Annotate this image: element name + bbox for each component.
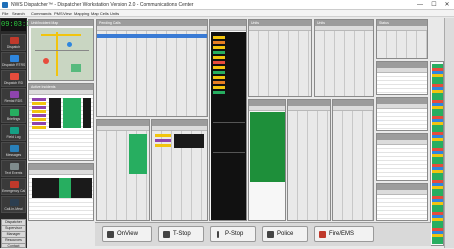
fire-ems-button[interactable]: Fire/EMS	[314, 226, 374, 242]
selected-row[interactable]	[97, 34, 207, 38]
lower-grid-d[interactable]	[287, 99, 331, 221]
lower-grid-b[interactable]	[151, 119, 208, 221]
sidebar-item-text-events[interactable]: Text Events	[1, 160, 26, 177]
police-car-icon	[267, 231, 274, 238]
sidebar-item-dispatch-rd[interactable]: Dispatch RD	[1, 70, 26, 87]
menu-search[interactable]: Search	[12, 11, 25, 16]
map-pane[interactable]: Unit/Incident Map	[28, 19, 94, 81]
bottom-left-list-pane[interactable]	[28, 163, 94, 221]
car-icon	[10, 73, 19, 80]
status-pane[interactable]: Status	[376, 19, 428, 59]
right-stack-1[interactable]	[376, 61, 428, 95]
menu-mapping[interactable]: Mapping	[74, 11, 89, 16]
sidebar-bottom-contact[interactable]: Contact	[1, 243, 26, 248]
pending-calls-body[interactable]	[97, 31, 207, 116]
close-button[interactable]: ✕	[441, 1, 453, 9]
lower-grid-c[interactable]	[248, 99, 286, 221]
green-list[interactable]	[250, 112, 285, 182]
clock: 09:03:34	[1, 19, 35, 31]
sidebar-item-emergency-calls[interactable]: Emergency Calls	[1, 178, 26, 195]
phone-icon	[10, 181, 19, 188]
unit-status-pane[interactable]	[209, 19, 247, 221]
briefing-icon	[10, 109, 19, 116]
right-stack-2[interactable]	[376, 97, 428, 131]
onview-button[interactable]: OnView	[102, 226, 152, 242]
sidebar-item-dispatch[interactable]: Dispatch	[1, 34, 26, 51]
sidebar-item-messages[interactable]: Messages	[1, 142, 26, 159]
menu-file[interactable]: File	[2, 11, 8, 16]
right-stack-4[interactable]	[376, 183, 428, 221]
menu-view[interactable]: View	[63, 11, 72, 16]
t-stop-button[interactable]: T-Stop	[158, 226, 204, 242]
vertical-scrollbar[interactable]	[444, 18, 454, 248]
truck-icon	[10, 55, 19, 62]
dispatch-icon	[10, 37, 19, 44]
zone-marker-icon	[71, 64, 81, 72]
unit-marker-icon[interactable]	[67, 42, 72, 47]
sidebar-item-briefings[interactable]: Briefings	[1, 106, 26, 123]
maximize-button[interactable]: ☐	[428, 1, 440, 9]
units-a-pane[interactable]: Units	[248, 19, 312, 97]
menu-units[interactable]: Units	[110, 11, 119, 16]
minimize-button[interactable]: —	[414, 1, 426, 9]
menu-map-cells[interactable]: Map Cells	[91, 11, 109, 16]
sidebar-item-rental-rds[interactable]: Rental RDS	[1, 88, 26, 105]
police-button[interactable]: Police	[262, 226, 308, 242]
menu-commands[interactable]: Commands	[31, 11, 51, 16]
sidebar-item-dispatch-rtrs[interactable]: Dispatch RTRS	[1, 52, 26, 69]
incident-list-pane[interactable]: Active Incidents	[28, 83, 94, 161]
lower-grid-e[interactable]	[332, 99, 374, 221]
window-title: NWS Dispatcher™ - Dispatcher Workstation…	[11, 2, 194, 8]
map-pane-title: Unit/Incident Map	[29, 20, 93, 26]
vehicle-icon	[10, 91, 19, 98]
pending-calls-pane[interactable]: Pending Calls	[96, 19, 208, 117]
unit-status-body[interactable]	[211, 32, 246, 220]
units-b-pane[interactable]: Units	[314, 19, 374, 97]
sidebar-item-call-in-meal[interactable]: Call-In-Meal	[1, 196, 26, 213]
eye-icon	[107, 231, 114, 238]
right-stack-3[interactable]	[376, 133, 428, 181]
message-icon	[10, 145, 19, 152]
map-view[interactable]	[31, 28, 93, 80]
incident-list-body[interactable]	[29, 95, 93, 160]
text-icon	[10, 163, 19, 170]
person-icon	[217, 231, 219, 238]
fire-truck-icon	[319, 231, 326, 238]
lower-grid-a[interactable]	[96, 119, 150, 221]
traffic-icon	[163, 231, 170, 238]
log-icon	[10, 127, 19, 134]
sidebar-item-field-log[interactable]: Field Log	[1, 124, 26, 141]
menu-pms[interactable]: PMS	[54, 11, 63, 16]
unit-color-column[interactable]	[430, 61, 444, 246]
p-stop-button[interactable]: P-Stop	[210, 226, 256, 242]
bottom-left-list-body[interactable]	[29, 175, 93, 220]
app-icon	[2, 2, 8, 8]
incident-marker-icon[interactable]	[43, 58, 49, 64]
meal-icon	[10, 199, 19, 206]
